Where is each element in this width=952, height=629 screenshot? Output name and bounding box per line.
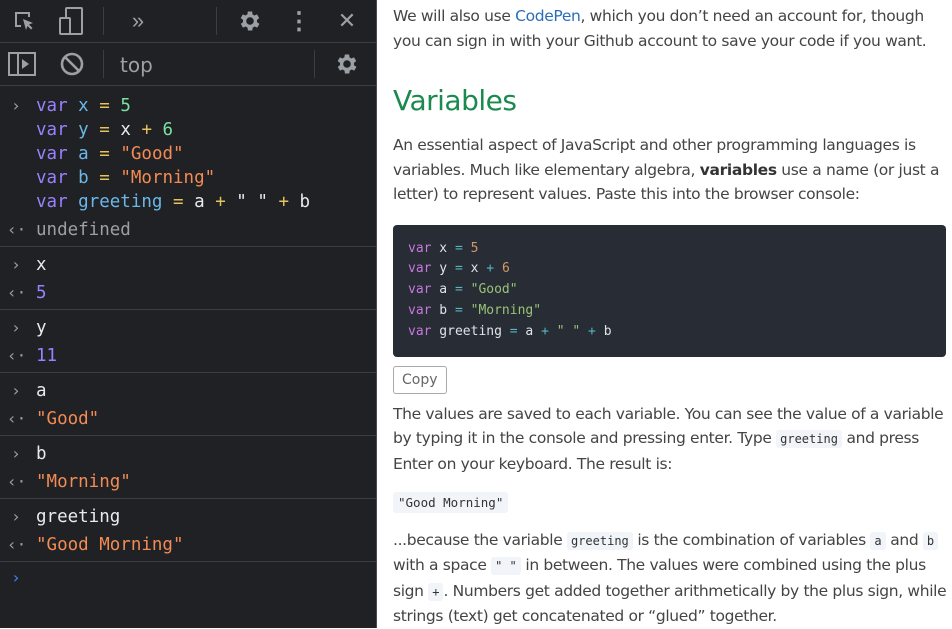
more-tabs-icon[interactable]: » [126, 0, 150, 42]
console-input-line: › greeting [0, 505, 376, 529]
console-input-line: › y [0, 316, 376, 340]
inline-code: " " [491, 557, 521, 575]
result-arrow-icon: ‹· [7, 472, 27, 491]
inline-code: greeting [776, 430, 842, 448]
inline-code: a [870, 531, 886, 550]
console-entry: › a ‹· "Good" [0, 373, 376, 436]
console-input-line: var b = "Morning" [36, 168, 216, 188]
intro-text: We will also use [393, 7, 516, 25]
console-prompt-input[interactable]: › [0, 566, 376, 590]
input-prompt-icon: › [11, 507, 21, 526]
code-block: var x = 5 var y = x + 6 var a = "Good" var … [393, 224, 946, 357]
paragraph-text: and [885, 530, 923, 549]
result-code: "Good Morning" [393, 492, 509, 513]
result-arrow-icon: ‹· [7, 535, 27, 554]
inspect-element-icon[interactable] [10, 0, 38, 42]
result-arrow-icon: ‹· [7, 346, 27, 365]
devtools-panel: » ⋮ ✕ top › var x = 5 var y = x + 6 var a =… [0, 0, 377, 628]
console-input-line: › a [0, 379, 376, 403]
result-value: "Good" [36, 409, 100, 429]
input-prompt-icon: › [11, 444, 21, 463]
bold-term: variables [699, 160, 777, 179]
console-entry: › var x = 5 var y = x + 6 var a = "Good" var… [0, 86, 376, 247]
console-entry: › b ‹· "Morning" [0, 436, 376, 499]
toolbar-separator [103, 7, 104, 35]
codepen-link[interactable]: CodePen [515, 7, 581, 25]
more-options-icon[interactable]: ⋮ [287, 0, 311, 42]
result-value: "Good Morning" [36, 535, 184, 555]
section-heading: Variables [393, 84, 517, 117]
inline-code: greeting [566, 531, 633, 550]
article-content: We will also use CodePen, which you don’… [393, 0, 948, 629]
toolbar-separator [216, 7, 217, 35]
paragraph-text: . Numbers get added together arithmetica… [393, 581, 947, 626]
console-result: ‹· "Good Morning" [0, 529, 376, 561]
console-input-line: › x [0, 253, 376, 277]
toolbar-separator [103, 50, 104, 78]
settings-icon[interactable] [236, 0, 264, 42]
console-input-line: var greeting = a + " " + b [36, 192, 311, 212]
paragraph-text: with a space [393, 556, 492, 574]
copy-button[interactable]: Copy [393, 365, 447, 394]
console-output[interactable]: › var x = 5 var y = x + 6 var a = "Good" var… [0, 86, 376, 590]
intro-paragraph: We will also use CodePen, which you don’… [393, 4, 948, 53]
code-line: var y = x + 6 [408, 261, 510, 277]
console-result: ‹· 5 [0, 277, 376, 309]
code-line: var greeting = a + " " + b [408, 323, 612, 339]
context-selector[interactable]: top [120, 43, 153, 85]
toolbar-separator [314, 50, 315, 78]
show-sidebar-icon[interactable] [8, 43, 36, 85]
variables-paragraph: An essential aspect of JavaScript and ot… [393, 133, 948, 207]
result-arrow-icon: ‹· [7, 220, 27, 239]
devtools-main-toolbar: » ⋮ ✕ [0, 0, 376, 43]
result-value: undefined [36, 220, 131, 240]
console-toolbar: top [0, 43, 376, 86]
console-result: ‹· "Morning" [0, 466, 376, 498]
inline-code: + [428, 582, 444, 601]
code-line: var x = 5 [408, 240, 479, 256]
console-result: ‹· "Good" [0, 403, 376, 435]
device-toggle-icon[interactable] [56, 0, 86, 42]
clear-console-icon[interactable] [59, 43, 85, 85]
console-entry: › x ‹· 5 [0, 247, 376, 310]
result-value: "Morning" [36, 472, 131, 492]
console-settings-icon[interactable] [333, 43, 361, 85]
paragraph-text: is the combination of variables [632, 530, 871, 549]
console-result: ‹· undefined [0, 214, 376, 246]
input-prompt-icon: › [11, 255, 21, 274]
console-entry: › greeting ‹· "Good Morning" [0, 499, 376, 562]
result-arrow-icon: ‹· [7, 409, 27, 428]
active-prompt-icon: › [11, 568, 21, 587]
input-prompt-icon: › [11, 381, 21, 400]
result-example: "Good Morning" [393, 490, 948, 516]
explanation-paragraph: ...because the variable greeting is the … [393, 528, 948, 629]
result-arrow-icon: ‹· [7, 283, 27, 302]
console-entry: › y ‹· 11 [0, 310, 376, 373]
console-input-line: › b [0, 442, 376, 466]
console-result: ‹· 11 [0, 340, 376, 372]
console-input-line: var a = "Good" [36, 144, 184, 164]
input-prompt-icon: › [11, 318, 21, 337]
code-line: var a = "Good" [408, 282, 518, 298]
values-paragraph: The values are saved to each variable. Y… [393, 402, 948, 477]
code-line: var b = "Morning" [408, 302, 542, 318]
console-input-line: var y = x + 6 [36, 120, 174, 140]
result-value: 11 [36, 346, 58, 366]
input-prompt-icon: › [11, 96, 21, 115]
paragraph-text: ...because the variable [393, 530, 567, 549]
console-input-line: › var x = 5 [0, 94, 376, 118]
result-value: 5 [36, 283, 47, 303]
close-icon[interactable]: ✕ [334, 0, 360, 42]
inline-code: b [922, 531, 939, 550]
